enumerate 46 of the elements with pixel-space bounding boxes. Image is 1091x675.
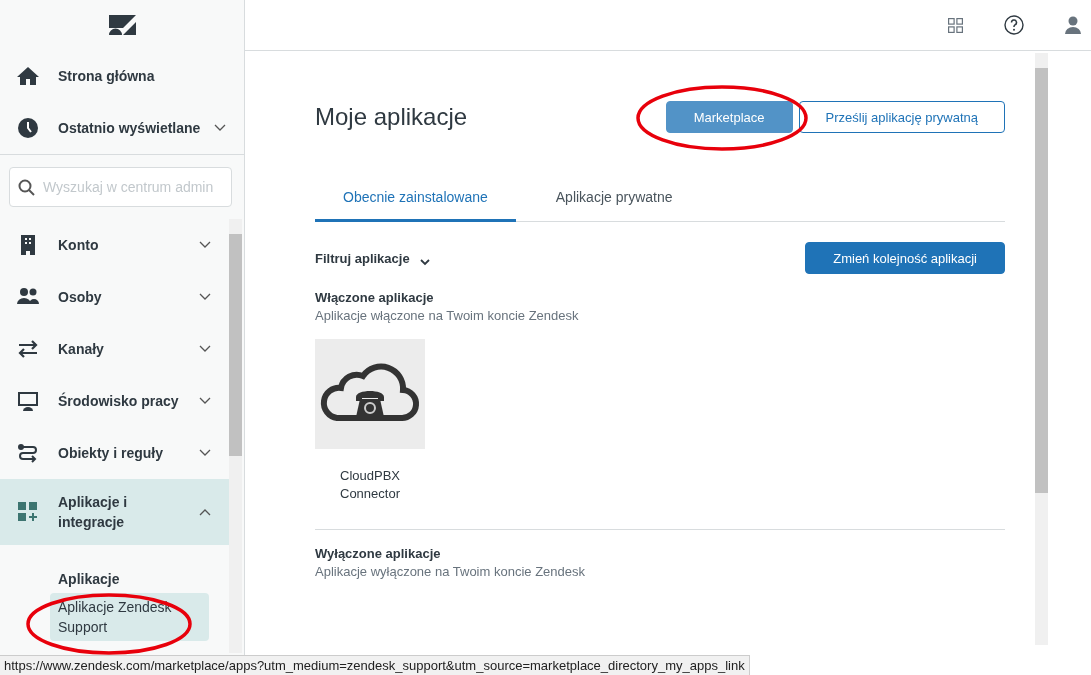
scrollbar[interactable] [229,219,242,653]
section-subtitle: Aplikacje wyłączone na Twoim koncie Zendesk [315,564,586,579]
chevron-icon [419,258,430,266]
zendesk-logo-icon [108,15,136,35]
nav-item[interactable]: Kanały [0,323,229,375]
monitor-icon [16,390,40,412]
chevron-icon [199,345,211,353]
scrollbar[interactable] [1035,53,1048,645]
tab[interactable]: Aplikacje prywatne [527,189,689,222]
page-title: Moje aplikacje [315,103,468,131]
nav-item[interactable]: Osoby [0,271,229,323]
chevron-icon [199,508,211,516]
search-input[interactable]: Wyszukaj w centrum admin [43,179,223,195]
apps-grid-icon[interactable] [948,17,963,33]
user-icon[interactable] [1065,16,1081,34]
submenu-item[interactable]: Aplikacje Zendesk Support [50,593,209,641]
chevron-icon [199,293,211,301]
chevron-icon [199,397,211,405]
section-title: Wyłączone aplikacje [315,546,442,561]
nav-item[interactable]: Strona główna [0,50,244,102]
chevron-icon [199,241,211,249]
nav-item[interactable]: Aplikacje i integracje [0,479,229,545]
chevron-icon [214,124,226,132]
nav-item[interactable]: Konto [0,219,229,271]
nav-item[interactable]: Ostatnio wyświetlane [0,102,244,154]
reorder-button[interactable]: Zmień kolejność aplikacji [805,242,1005,274]
upload-button[interactable]: Prześlij aplikację prywatną [798,101,1005,133]
home-icon [16,66,40,86]
clock-icon [16,118,40,138]
nav-item[interactable]: Środowisko pracy [0,375,229,427]
submenu-heading: Aplikacje [57,571,121,589]
cloud-phone-icon[interactable] [315,339,425,449]
search-icon [18,178,35,196]
loop-arrows-icon [16,442,40,464]
app-name[interactable]: CloudPBX Connector [335,467,405,503]
nav-item[interactable]: Obiekty i reguły [0,427,229,479]
section-title: Włączone aplikacje [315,290,435,305]
search-field[interactable]: Wyszukaj w centrum admin [9,167,232,207]
apps-grid-icon [16,501,40,523]
tab[interactable]: Obecnie zainstalowane [315,189,516,222]
status-bar-url: https://www.zendesk.com/marketplace/apps?utm_medium=zendesk_support&utm_source=marketplace_directory_my_apps_link [0,655,750,675]
help-icon[interactable] [1004,15,1024,35]
chevron-icon [199,449,211,457]
arrows-icon [16,338,40,360]
section-subtitle: Aplikacje włączone na Twoim koncie Zendesk [315,308,580,323]
filter-dropdown[interactable]: Filtruj aplikacje [315,250,430,266]
